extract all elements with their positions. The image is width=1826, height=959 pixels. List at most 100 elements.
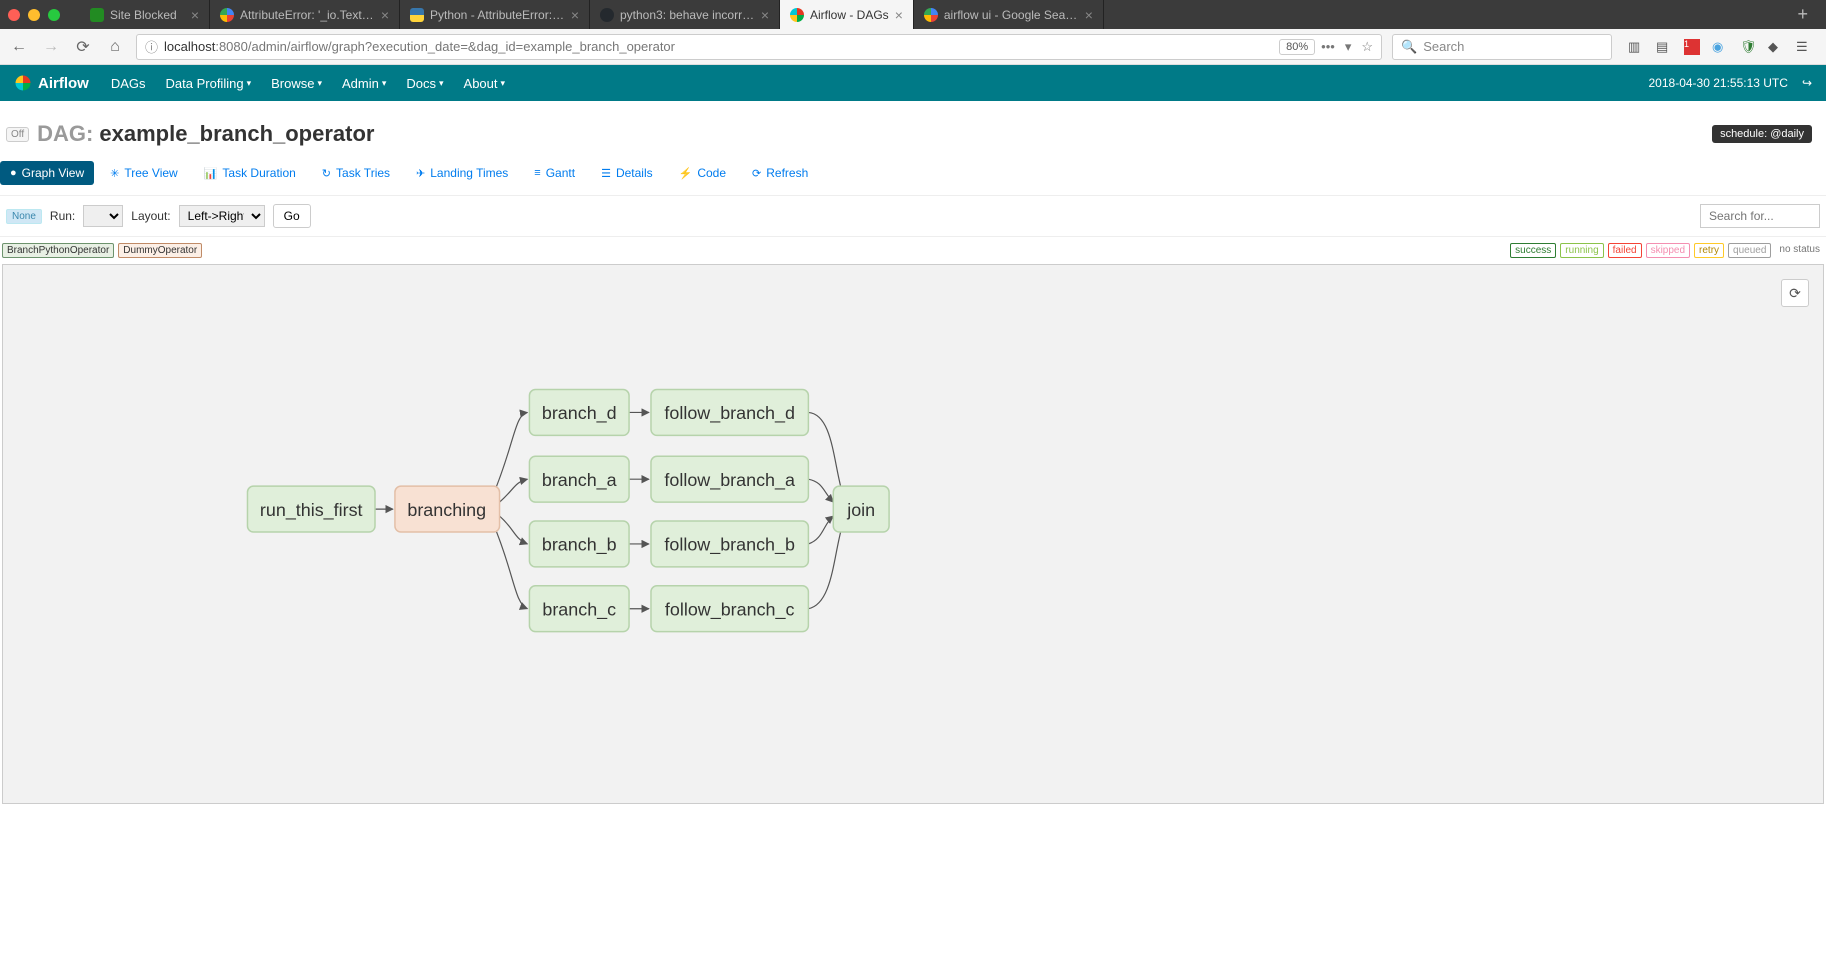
schedule-badge[interactable]: schedule: @daily	[1712, 125, 1812, 143]
view-tab-code[interactable]: ⚡ Code	[669, 161, 736, 185]
browser-tab[interactable]: AttributeError: '_io.TextIOWrap… ×	[210, 0, 400, 29]
tab-label: AttributeError: '_io.TextIOWrap…	[240, 8, 375, 22]
view-tab-landing-times[interactable]: ✈ Landing Times	[406, 161, 518, 185]
url-bar[interactable]: ⓘ localhost:8080/admin/airflow/graph?exe…	[136, 34, 1382, 60]
browser-tab[interactable]: Airflow - DAGs ×	[780, 0, 914, 29]
tab-label: Airflow - DAGs	[810, 8, 889, 22]
view-tab-icon: ⚡	[679, 167, 693, 180]
go-button[interactable]: Go	[273, 204, 311, 228]
view-tab-label: Landing Times	[430, 166, 508, 180]
svg-text:follow_branch_c: follow_branch_c	[665, 599, 795, 620]
node-branch-a[interactable]: branch_a	[529, 456, 629, 502]
graph-search-input[interactable]	[1700, 204, 1820, 228]
nav-dags[interactable]: DAGs	[111, 76, 146, 91]
site-info-icon[interactable]: ⓘ	[145, 37, 158, 56]
view-tab-gantt[interactable]: ≡ Gantt	[524, 161, 585, 185]
tab-close-icon[interactable]: ×	[895, 7, 903, 23]
view-tab-label: Task Tries	[336, 166, 390, 180]
nav-admin[interactable]: Admin▾	[342, 76, 386, 91]
node-follow-branch-d[interactable]: follow_branch_d	[651, 390, 808, 436]
pocket-icon[interactable]: ▾	[1345, 39, 1352, 55]
node-follow-branch-b[interactable]: follow_branch_b	[651, 521, 808, 567]
status-retry: retry	[1694, 243, 1724, 258]
tab-close-icon[interactable]: ×	[1085, 7, 1093, 23]
svg-text:branch_c: branch_c	[542, 599, 616, 620]
nav-docs[interactable]: Docs▾	[406, 76, 443, 91]
view-tab-label: Graph View	[22, 166, 84, 180]
browser-tab[interactable]: python3: behave incorrectly m… ×	[590, 0, 780, 29]
status-nostatus: no status	[1775, 243, 1824, 258]
maximize-window-button[interactable]	[48, 9, 60, 21]
zoom-level-badge[interactable]: 80%	[1279, 39, 1315, 55]
minimize-window-button[interactable]	[28, 9, 40, 21]
close-window-button[interactable]	[8, 9, 20, 21]
bookmark-star-icon[interactable]: ☆	[1361, 39, 1373, 55]
hamburger-menu-icon[interactable]: ☰	[1796, 39, 1812, 55]
nav-data-profiling[interactable]: Data Profiling▾	[166, 76, 252, 91]
extension-shield-icon[interactable]: 🛡	[1740, 39, 1756, 55]
nav-label: Data Profiling	[166, 76, 244, 91]
nav-browse[interactable]: Browse▾	[271, 76, 322, 91]
tab-label: airflow ui - Google Search	[944, 8, 1079, 22]
caret-down-icon: ▾	[382, 78, 387, 89]
home-button[interactable]: ⌂	[104, 38, 126, 56]
node-run-this-first[interactable]: run_this_first	[247, 486, 375, 532]
logout-icon[interactable]: ↪	[1802, 76, 1812, 90]
node-branching[interactable]: branching	[395, 486, 500, 532]
view-tab-graph-view[interactable]: ● Graph View	[0, 161, 94, 185]
reload-button[interactable]: ⟳	[72, 37, 94, 57]
extension-icon-2[interactable]: ◉	[1712, 39, 1728, 55]
library-icon[interactable]: ▥	[1628, 39, 1644, 55]
page-actions-icon[interactable]: •••	[1321, 39, 1335, 55]
server-time: 2018-04-30 21:55:13 UTC	[1649, 76, 1788, 90]
view-tab-refresh[interactable]: ⟳ Refresh	[742, 161, 818, 185]
brand-text: Airflow	[38, 75, 89, 92]
tab-close-icon[interactable]: ×	[191, 7, 199, 23]
new-tab-button[interactable]: +	[1787, 4, 1818, 25]
run-select[interactable]	[83, 205, 123, 227]
node-join[interactable]: join	[833, 486, 889, 532]
back-button[interactable]: ←	[8, 38, 30, 56]
nav-label: About	[464, 76, 498, 91]
status-success: success	[1510, 243, 1556, 258]
sidebar-icon[interactable]: ▤	[1656, 39, 1672, 55]
node-branch-c[interactable]: branch_c	[529, 586, 629, 632]
status-queued: queued	[1728, 243, 1771, 258]
browser-tab[interactable]: airflow ui - Google Search ×	[914, 0, 1104, 29]
view-tab-task-tries[interactable]: ↻ Task Tries	[312, 161, 400, 185]
view-tab-task-duration[interactable]: 📊 Task Duration	[194, 161, 306, 185]
tab-favicon	[220, 8, 234, 22]
extension-icon-3[interactable]: ◆	[1768, 39, 1784, 55]
node-branch-b[interactable]: branch_b	[529, 521, 629, 567]
tab-close-icon[interactable]: ×	[381, 7, 389, 23]
browser-search-bar[interactable]: 🔍 Search	[1392, 34, 1612, 60]
pinwheel-icon	[14, 74, 32, 92]
view-tab-icon: ●	[10, 167, 17, 179]
airflow-logo[interactable]: Airflow	[14, 74, 89, 92]
graph-canvas[interactable]: ⟳ run_this_first branching branch_d bran…	[2, 264, 1824, 804]
status-legend: success running failed skipped retry que…	[1510, 243, 1824, 258]
view-tab-label: Tree View	[124, 166, 177, 180]
browser-tab[interactable]: Python - AttributeError: '_io.Te… ×	[400, 0, 590, 29]
view-tab-icon: ✈	[416, 167, 425, 180]
svg-text:join: join	[846, 500, 875, 520]
node-follow-branch-c[interactable]: follow_branch_c	[651, 586, 808, 632]
graph-refresh-button[interactable]: ⟳	[1781, 279, 1809, 307]
nav-about[interactable]: About▾	[464, 76, 506, 91]
layout-select[interactable]: Left->Right	[179, 205, 265, 227]
extension-icon[interactable]: 1	[1684, 39, 1700, 55]
node-follow-branch-a[interactable]: follow_branch_a	[651, 456, 808, 502]
view-tab-label: Gantt	[546, 166, 575, 180]
airflow-menu: DAGsData Profiling▾Browse▾Admin▾Docs▾Abo…	[111, 76, 505, 91]
svg-text:run_this_first: run_this_first	[260, 500, 363, 521]
view-tab-label: Details	[616, 166, 653, 180]
view-tab-tree-view[interactable]: ✳ Tree View	[100, 161, 188, 185]
view-tab-details[interactable]: ☰ Details	[591, 161, 663, 185]
dag-toggle[interactable]: Off	[6, 127, 29, 142]
view-tab-icon: ⟳	[752, 167, 761, 180]
browser-tab[interactable]: Site Blocked ×	[80, 0, 210, 29]
tab-close-icon[interactable]: ×	[571, 7, 579, 23]
forward-button[interactable]: →	[40, 38, 62, 56]
tab-close-icon[interactable]: ×	[761, 7, 769, 23]
node-branch-d[interactable]: branch_d	[529, 390, 629, 436]
